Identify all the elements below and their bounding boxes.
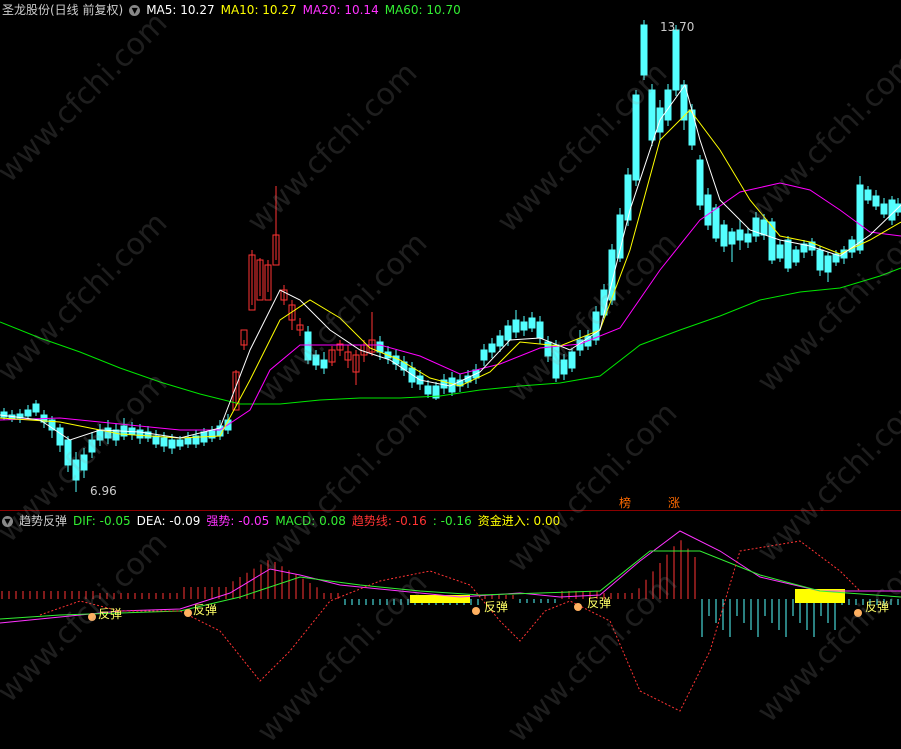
candle-body (184, 437, 192, 445)
trend-value-2: : -0.16 (432, 514, 472, 528)
candle-body (592, 311, 600, 341)
candle-body (784, 239, 792, 269)
candle-body (712, 207, 720, 239)
trend-line (39, 540, 861, 712)
candle-body (320, 359, 328, 369)
fund-value: 资金进入: 0.00 (477, 514, 561, 528)
candle-body (640, 24, 648, 76)
candle-body (816, 249, 824, 271)
candle-body (728, 231, 736, 245)
ma20-value: MA20: 10.14 (302, 3, 379, 17)
kline-panel[interactable]: 圣龙股份(日线 前复权) ▼ MA5: 10.27 MA10: 10.27 MA20: … (0, 0, 901, 510)
candle-body (624, 174, 632, 221)
ma10-value: MA10: 10.27 (220, 3, 297, 17)
list-badge: 榜 (619, 496, 632, 510)
candle-body (152, 435, 160, 445)
candle-body (424, 385, 432, 395)
candle-body (752, 217, 760, 237)
candle-body (824, 255, 832, 273)
trend-value: 趋势线: -0.16 (351, 514, 427, 528)
rebound-signal-3: 反弹 (484, 600, 509, 614)
candle-body (56, 427, 64, 446)
candle-body (736, 229, 744, 241)
ma60-value: MA60: 10.70 (384, 3, 461, 17)
indicator-panel[interactable]: ▼ 趋势反弹 DIF: -0.05 DEA: -0.09 强势: -0.05 MACD: … (0, 511, 901, 723)
candle-body (312, 354, 320, 366)
candle-body (504, 325, 512, 341)
candle-body (496, 335, 504, 347)
candle-body (136, 429, 144, 439)
ma5-value: MA5: 10.27 (146, 3, 215, 17)
candle-body (304, 331, 312, 361)
candle-body (560, 359, 568, 375)
rise-badge: 涨 (668, 496, 681, 510)
rebound-signal-1: 反弹 (98, 607, 123, 621)
candle-body (672, 29, 680, 91)
candle-body (760, 219, 768, 236)
candle-body (536, 321, 544, 339)
rebound-signal-5: 反弹 (865, 600, 890, 614)
candle-body (792, 249, 800, 263)
candle-body (520, 321, 528, 331)
candle-body (600, 289, 608, 316)
chevron-down-icon[interactable]: ▼ (129, 5, 141, 16)
dif-value: DIF: -0.05 (73, 514, 131, 528)
main-header: 圣龙股份(日线 前复权) ▼ MA5: 10.27 MA10: 10.27 MA20: … (0, 0, 467, 20)
macd-value: MACD: 0.08 (275, 514, 346, 528)
dif-line (0, 550, 901, 620)
dea-value: DEA: -0.09 (136, 514, 201, 528)
chevron-down-icon[interactable]: ▼ (2, 516, 13, 527)
low-price-label: 6.96 (90, 484, 117, 498)
candle-body (888, 199, 896, 221)
indicator-chart[interactable] (0, 511, 901, 723)
candle-body (512, 319, 520, 333)
candle-body (704, 194, 712, 226)
candle-body (632, 94, 640, 181)
candle-body (528, 317, 536, 329)
candle-body (104, 427, 112, 439)
candle-body (744, 233, 752, 243)
candle-body (872, 195, 880, 207)
pointer-hand-icon (854, 609, 862, 617)
candle-body (568, 351, 576, 369)
candle-body (696, 159, 704, 206)
candle-body (864, 189, 872, 201)
stock-name[interactable]: 圣龙股份(日线 前复权) (2, 3, 123, 17)
pointer-hand-icon (574, 603, 582, 611)
kline-chart[interactable] (0, 0, 901, 510)
strength-value: 强势: -0.05 (206, 514, 270, 528)
pointer-hand-icon (472, 607, 480, 615)
candle-body (96, 429, 104, 441)
candle-body (880, 203, 888, 215)
candle-body (648, 89, 656, 141)
candle-body (80, 454, 88, 471)
candle-body (168, 439, 176, 449)
candle-body (488, 343, 496, 353)
candle-body (24, 409, 32, 417)
candle-body (64, 439, 72, 466)
rebound-signal-2: 反弹 (193, 603, 218, 617)
candle-body (768, 221, 776, 261)
candle-body (72, 459, 80, 481)
candle-body (376, 341, 384, 353)
pointer-hand-icon (184, 609, 192, 617)
rebound-signal-4: 反弹 (587, 596, 612, 610)
high-price-label: 13.70 (660, 20, 695, 34)
candle-body (88, 439, 96, 453)
candle-body (776, 244, 784, 259)
pointer-hand-icon (88, 613, 96, 621)
candle-body (552, 344, 560, 379)
candle-body (176, 439, 184, 447)
candle-body (720, 224, 728, 247)
candle-body (32, 403, 40, 413)
fund-block (410, 595, 470, 603)
candle-body (160, 437, 168, 447)
candle-body (112, 429, 120, 441)
indicator-name[interactable]: 趋势反弹 (19, 514, 67, 528)
candle-body (480, 349, 488, 361)
indicator-header: ▼ 趋势反弹 DIF: -0.05 DEA: -0.09 强势: -0.05 MACD: … (0, 511, 566, 531)
